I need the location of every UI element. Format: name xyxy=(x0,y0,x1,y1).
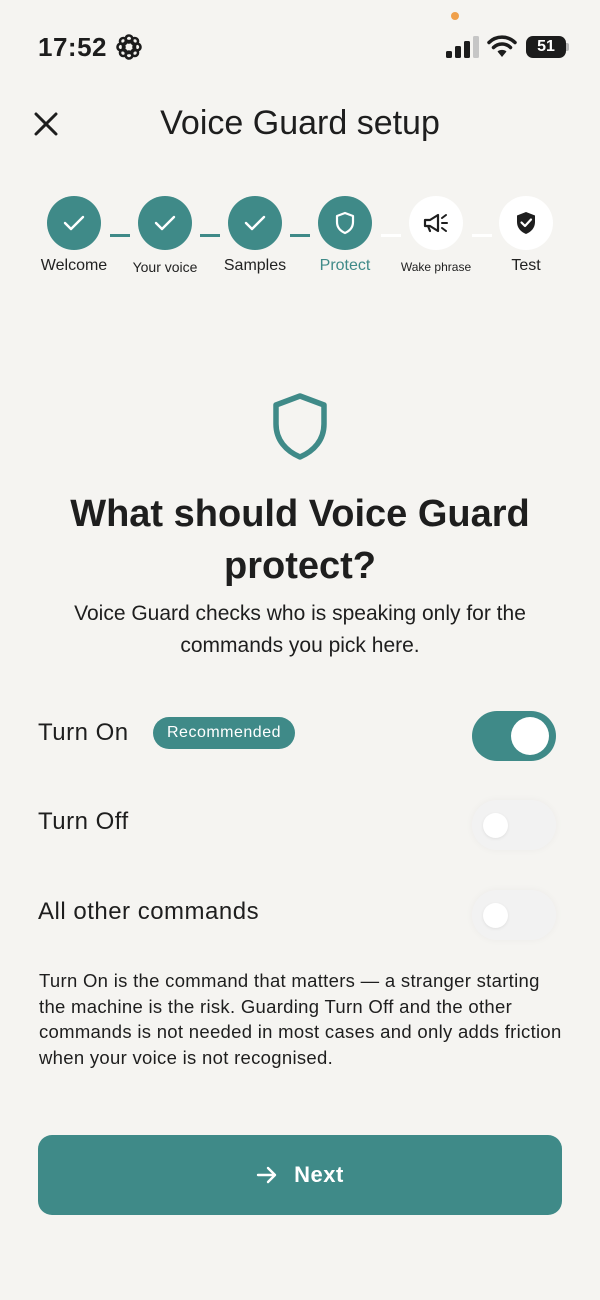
battery-percentage: 51 xyxy=(537,38,555,55)
step-circle xyxy=(138,196,192,250)
option-label: Turn On xyxy=(38,719,129,746)
next-button-label: Next xyxy=(294,1162,344,1187)
toggle-knob xyxy=(483,813,508,838)
wifi-icon xyxy=(487,35,517,57)
check-icon xyxy=(63,215,85,231)
check-icon xyxy=(244,215,266,231)
page-title: Voice Guard setup xyxy=(160,104,440,142)
step-circle xyxy=(499,196,553,250)
option-turn-off: Turn Off xyxy=(38,794,562,854)
cellular-signal-icon xyxy=(446,36,479,58)
option-label: Turn Off xyxy=(38,808,129,835)
option-label: All other commands xyxy=(38,898,260,925)
step-circle xyxy=(318,196,372,250)
recommended-badge: Recommended xyxy=(153,717,295,749)
battery-icon: 51 xyxy=(526,36,570,58)
step-circle xyxy=(228,196,282,250)
shield-check-icon xyxy=(517,212,535,234)
next-button[interactable]: Next xyxy=(38,1135,562,1215)
setup-stepper: Welcome Your voice Samples Protect Wake … xyxy=(0,190,600,290)
arrow-right-icon xyxy=(256,1166,277,1184)
option-turn-on: Turn On Recommended xyxy=(38,705,562,765)
flower-icon xyxy=(116,34,142,60)
shield-icon xyxy=(273,393,327,460)
step-circle xyxy=(409,196,463,250)
check-icon xyxy=(154,215,176,231)
status-bar: 17:52 51 xyxy=(0,0,600,90)
turn-on-toggle[interactable] xyxy=(472,711,556,761)
protect-subtitle: Voice Guard checks who is speaking only … xyxy=(74,602,526,657)
protect-explainer-text: Turn On is the command that matters — a … xyxy=(39,970,562,1068)
shield-icon xyxy=(335,211,355,235)
option-all-other-commands: All other commands xyxy=(38,884,562,944)
step-label: Test xyxy=(511,257,541,274)
toggle-knob xyxy=(483,903,508,928)
step-test[interactable]: Test xyxy=(471,196,581,275)
status-time: 17:52 xyxy=(38,32,107,62)
protect-question-heading: What should Voice Guard protect? xyxy=(70,493,530,587)
privacy-indicator-dot xyxy=(451,12,459,20)
step-circle xyxy=(47,196,101,250)
turn-off-toggle[interactable] xyxy=(472,800,556,850)
megaphone-icon xyxy=(423,213,448,233)
toggle-knob xyxy=(511,717,549,755)
all-other-commands-toggle[interactable] xyxy=(472,890,556,940)
